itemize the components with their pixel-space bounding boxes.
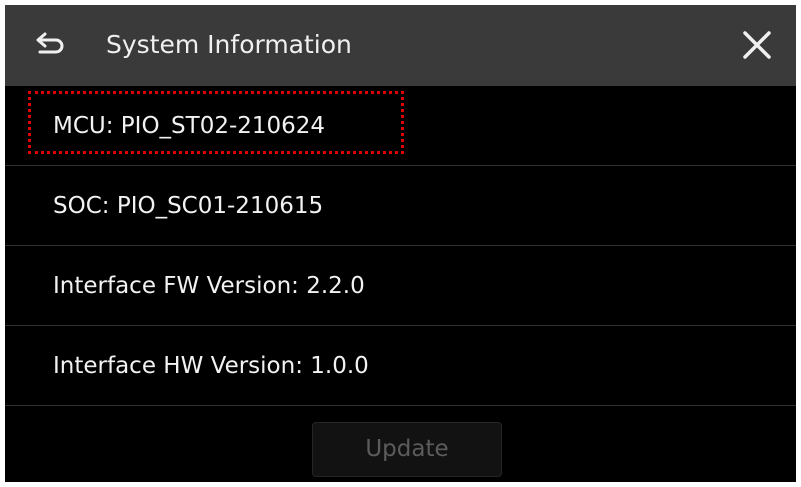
interface-fw-version-label: Interface FW Version: 2.2.0 <box>53 273 365 299</box>
system-information-screen: System Information MCU: PIO_ST02-210624 … <box>5 5 796 482</box>
interface-hw-version-label: Interface HW Version: 1.0.0 <box>53 353 369 379</box>
mcu-version-row: MCU: PIO_ST02-210624 <box>5 86 796 166</box>
update-button[interactable]: Update <box>312 422 502 477</box>
back-arrow-icon <box>34 31 66 59</box>
close-icon <box>741 29 773 65</box>
title-bar: System Information <box>5 5 796 86</box>
close-button[interactable] <box>732 25 782 69</box>
back-button[interactable] <box>28 25 72 65</box>
screenshot-frame: System Information MCU: PIO_ST02-210624 … <box>0 0 801 487</box>
page-title: System Information <box>106 30 352 59</box>
soc-version-label: SOC: PIO_SC01-210615 <box>53 193 324 219</box>
interface-fw-version-row: Interface FW Version: 2.2.0 <box>5 246 796 326</box>
mcu-version-label: MCU: PIO_ST02-210624 <box>53 113 326 139</box>
soc-version-row: SOC: PIO_SC01-210615 <box>5 166 796 246</box>
interface-hw-version-row: Interface HW Version: 1.0.0 <box>5 326 796 406</box>
